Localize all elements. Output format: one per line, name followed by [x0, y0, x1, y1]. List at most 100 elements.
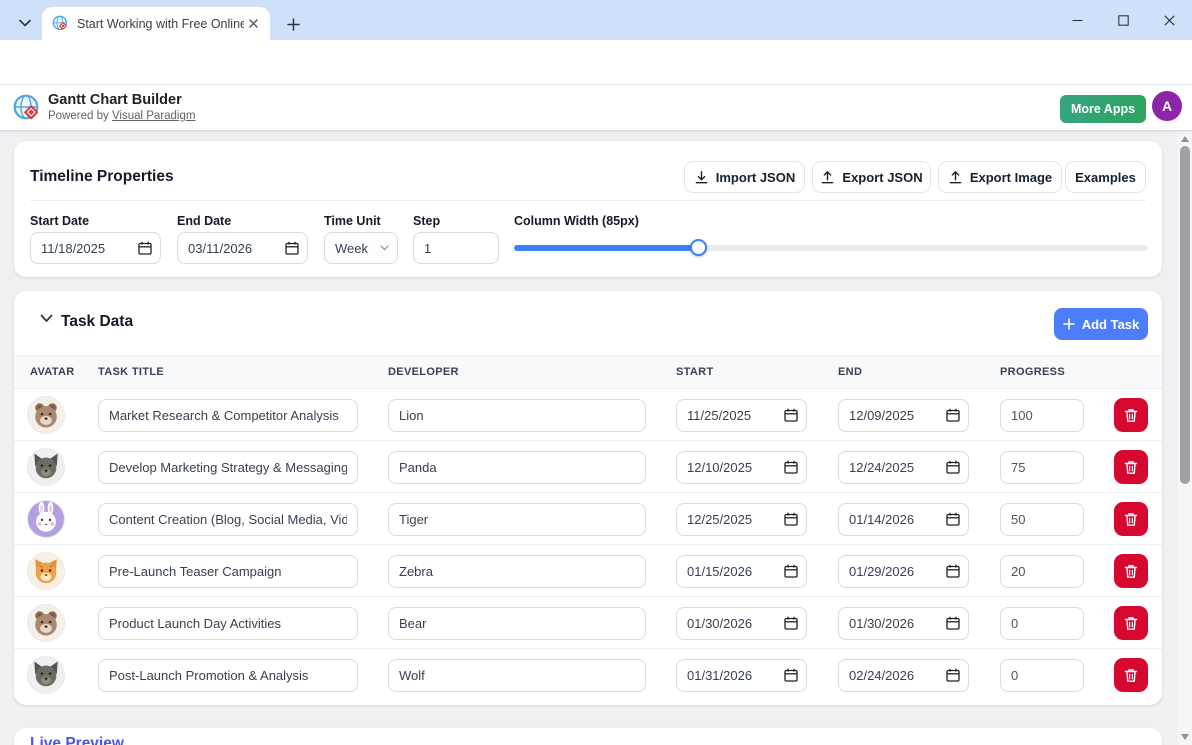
calendar-icon[interactable] — [784, 616, 798, 630]
upload-icon — [948, 170, 963, 185]
calendar-icon[interactable] — [784, 408, 798, 422]
time-unit-label: Time Unit — [324, 214, 381, 228]
task-title-input[interactable] — [98, 659, 358, 692]
task-data-card: Task Data Add Task AVATARTASK TITLEDEVEL… — [14, 291, 1162, 705]
end-date-field — [838, 555, 969, 588]
tab-close-button[interactable] — [244, 15, 262, 33]
calendar-icon[interactable] — [946, 616, 960, 630]
trash-icon — [1124, 512, 1138, 527]
tab-search-button[interactable] — [10, 9, 40, 37]
column-width-slider[interactable] — [514, 239, 1148, 257]
trash-icon — [1124, 564, 1138, 579]
new-tab-button[interactable] — [280, 11, 306, 37]
upload-icon — [820, 170, 835, 185]
app-header: Gantt Chart Builder Powered by Visual Pa… — [0, 85, 1192, 131]
table-row — [14, 389, 1162, 441]
delete-task-button[interactable] — [1114, 658, 1148, 692]
delete-task-button[interactable] — [1114, 554, 1148, 588]
progress-input[interactable] — [1000, 503, 1084, 536]
window-minimize-button[interactable] — [1054, 0, 1100, 40]
import-json-button[interactable]: Import JSON — [684, 161, 805, 193]
delete-task-button[interactable] — [1114, 398, 1148, 432]
delete-task-button[interactable] — [1114, 606, 1148, 640]
timeline-properties-title: Timeline Properties — [30, 168, 174, 186]
start-date-field — [676, 607, 807, 640]
time-unit-select[interactable]: Week — [324, 232, 398, 264]
calendar-icon[interactable] — [138, 241, 152, 255]
end-date-field — [838, 503, 969, 536]
user-avatar[interactable]: A — [1152, 91, 1182, 121]
wolf-avatar — [27, 448, 65, 486]
calendar-icon[interactable] — [784, 512, 798, 526]
calendar-icon[interactable] — [946, 564, 960, 578]
table-row — [14, 441, 1162, 493]
add-task-button[interactable]: Add Task — [1054, 308, 1148, 340]
scroll-down-button[interactable] — [1177, 730, 1192, 744]
task-title-input[interactable] — [98, 503, 358, 536]
wolf-avatar — [27, 656, 65, 694]
developer-input[interactable] — [388, 555, 646, 588]
table-row — [14, 649, 1162, 701]
column-header-task-title: TASK TITLE — [98, 366, 164, 378]
collapse-chevron-icon[interactable] — [40, 314, 53, 323]
developer-input[interactable] — [388, 451, 646, 484]
slider-thumb[interactable] — [690, 239, 707, 256]
task-title-input[interactable] — [98, 451, 358, 484]
table-header: AVATARTASK TITLEDEVELOPERSTARTENDPROGRES… — [14, 355, 1162, 389]
calendar-icon[interactable] — [285, 241, 299, 255]
start-date-field — [676, 451, 807, 484]
calendar-icon[interactable] — [784, 564, 798, 578]
chevron-down-icon — [380, 245, 389, 251]
progress-input[interactable] — [1000, 659, 1084, 692]
calendar-icon[interactable] — [946, 460, 960, 474]
developer-input[interactable] — [388, 399, 646, 432]
task-title-input[interactable] — [98, 607, 358, 640]
powered-by: Powered by Visual Paradigm — [48, 110, 195, 122]
page-scrollbar[interactable] — [1176, 131, 1192, 745]
plus-icon — [1063, 318, 1075, 330]
triangle-up-icon — [1181, 136, 1189, 142]
progress-input[interactable] — [1000, 451, 1084, 484]
bear-avatar — [27, 604, 65, 642]
step-input[interactable] — [413, 232, 499, 264]
window-controls — [1054, 0, 1192, 40]
visual-paradigm-link[interactable]: Visual Paradigm — [112, 110, 196, 122]
scroll-up-button[interactable] — [1177, 132, 1192, 146]
divider — [30, 200, 1146, 201]
delete-task-button[interactable] — [1114, 450, 1148, 484]
browser-tab[interactable]: Start Working with Free Online — [42, 7, 270, 40]
start-date-label: Start Date — [30, 214, 89, 228]
export-image-button[interactable]: Export Image — [938, 161, 1062, 193]
examples-button[interactable]: Examples — [1065, 161, 1146, 193]
triangle-down-icon — [1181, 734, 1189, 740]
progress-input[interactable] — [1000, 399, 1084, 432]
delete-task-button[interactable] — [1114, 502, 1148, 536]
browser-toolbar: ai-toolbox.visual-paradigm.com/app/gantt… — [0, 40, 1192, 85]
scrollbar-thumb[interactable] — [1180, 146, 1190, 484]
column-header-end: END — [838, 366, 862, 378]
close-icon — [249, 19, 258, 28]
export-json-button[interactable]: Export JSON — [812, 161, 931, 193]
task-title-input[interactable] — [98, 399, 358, 432]
progress-input[interactable] — [1000, 555, 1084, 588]
developer-input[interactable] — [388, 607, 646, 640]
live-preview-title: Live Preview — [30, 735, 124, 745]
calendar-icon[interactable] — [784, 668, 798, 682]
task-title-input[interactable] — [98, 555, 358, 588]
calendar-icon[interactable] — [946, 668, 960, 682]
calendar-icon[interactable] — [784, 460, 798, 474]
table-row — [14, 493, 1162, 545]
rabbit-avatar — [27, 500, 65, 538]
window-close-button[interactable] — [1146, 0, 1192, 40]
calendar-icon[interactable] — [946, 512, 960, 526]
timeline-properties-card: Timeline Properties Import JSON Export J… — [14, 141, 1162, 277]
window-maximize-button[interactable] — [1100, 0, 1146, 40]
table-row — [14, 545, 1162, 597]
column-width-label: Column Width (85px) — [514, 214, 639, 228]
progress-input[interactable] — [1000, 607, 1084, 640]
more-apps-button[interactable]: More Apps — [1060, 95, 1146, 123]
developer-input[interactable] — [388, 659, 646, 692]
calendar-icon[interactable] — [946, 408, 960, 422]
developer-input[interactable] — [388, 503, 646, 536]
start-date-field — [676, 555, 807, 588]
